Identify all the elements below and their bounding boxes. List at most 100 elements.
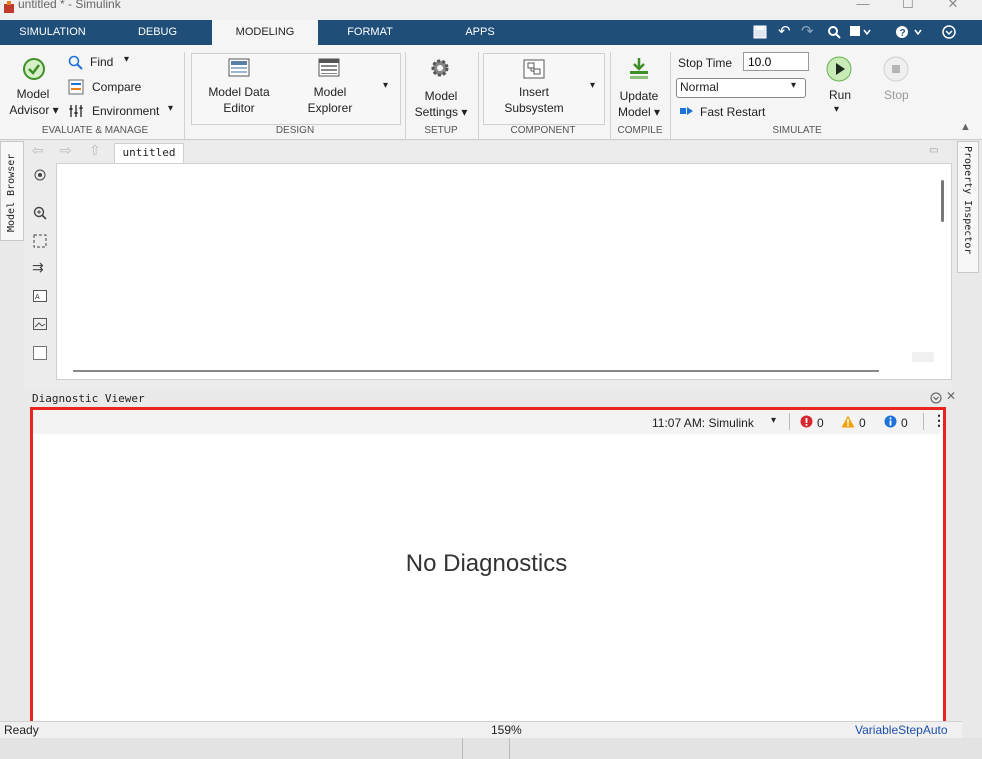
compare-button[interactable]: Compare [92, 80, 141, 94]
community-icon[interactable] [849, 25, 871, 39]
model-advisor-icon[interactable] [22, 57, 46, 81]
help-icon[interactable]: ? [895, 25, 925, 39]
component-gallery-expand-icon[interactable]: ▾ [590, 80, 595, 91]
model-settings-gear-icon [431, 59, 449, 77]
collapse-ribbon-icon[interactable] [942, 25, 956, 39]
status-text: Ready [4, 723, 39, 737]
model-explorer-label-1: Model [313, 85, 347, 99]
solver-link[interactable]: VariableStepAuto [855, 723, 948, 737]
more-options-icon[interactable]: ⋮ [932, 412, 946, 429]
divider [923, 413, 924, 430]
model-explorer-button[interactable]: Model Explorer [293, 84, 367, 116]
update-model-label-2: Model ▾ [617, 105, 661, 119]
tab-simulation[interactable]: SIMULATION [10, 20, 95, 45]
fast-restart-button[interactable]: Fast Restart [700, 105, 765, 119]
undo-icon[interactable]: ↶ [778, 22, 791, 40]
canvas-corner-widget [912, 352, 934, 362]
panel-options-icon[interactable] [930, 392, 942, 404]
error-icon[interactable] [800, 415, 813, 428]
error-count: 0 [817, 416, 824, 430]
environment-dropdown-icon[interactable]: ▾ [168, 103, 173, 114]
insert-subsystem-button[interactable]: Insert Subsystem [498, 84, 570, 116]
back-arrow-icon[interactable]: ⇦ [32, 142, 44, 159]
horizontal-scrollbar[interactable] [73, 370, 879, 372]
model-advisor-button[interactable]: Model [8, 86, 58, 102]
model-browser-side-tab[interactable]: Model Browser [0, 141, 24, 241]
tab-format[interactable]: FORMAT [330, 20, 410, 45]
insert-subsystem-label-1: Insert [518, 85, 549, 99]
warning-icon[interactable] [841, 415, 855, 428]
model-canvas[interactable] [56, 163, 952, 380]
model-data-editor-button[interactable]: Model Data Editor [199, 84, 279, 116]
update-model-button[interactable]: Update Model ▾ [612, 88, 666, 120]
svg-text:?: ? [900, 28, 906, 39]
find-button[interactable]: Find [90, 55, 113, 69]
group-label-compile: COMPILE [617, 125, 663, 136]
diagnostic-session-select[interactable]: 11:07 AM: Simulink [652, 416, 754, 430]
close-panel-icon[interactable]: ✕ [946, 389, 956, 403]
divider [789, 413, 790, 430]
simulation-mode-select[interactable]: Normal ▾ [676, 78, 806, 98]
diagnostic-toolbar: 11:07 AM: Simulink ▾ 0 0 0 ⋮ [33, 410, 946, 434]
design-gallery-expand-icon[interactable]: ▾ [383, 80, 388, 91]
minimize-button[interactable]: — [848, 0, 878, 16]
run-dropdown-icon[interactable]: ▾ [834, 104, 839, 115]
arrange-signals-icon[interactable]: ⇉ [32, 259, 44, 276]
tab-modeling[interactable]: MODELING [212, 20, 318, 45]
fit-to-view-icon[interactable] [33, 234, 47, 248]
area-icon[interactable] [33, 346, 47, 360]
background-window-edge [462, 738, 510, 759]
zoom-in-icon[interactable] [33, 206, 47, 220]
vertical-scrollbar[interactable] [941, 180, 944, 222]
status-bar: Ready 159% VariableStepAuto [0, 721, 962, 739]
no-diagnostics-message: No Diagnostics [405, 550, 568, 577]
save-icon[interactable] [753, 25, 767, 39]
model-settings-label-2: Settings ▾ [414, 105, 468, 119]
stop-icon [883, 56, 909, 82]
environment-button[interactable]: Environment [92, 104, 159, 118]
desktop-background [0, 738, 982, 759]
group-label-simulate: SIMULATE [772, 125, 822, 136]
model-settings-label-1: Model [424, 89, 458, 103]
warning-count: 0 [859, 416, 866, 430]
model-advisor-label-2[interactable]: Advisor ▾ [6, 102, 62, 118]
tab-apps[interactable]: APPS [440, 20, 520, 45]
fast-restart-icon [680, 107, 693, 115]
simulation-mode-value: Normal [680, 80, 719, 94]
insert-subsystem-icon [523, 59, 545, 79]
image-icon[interactable] [33, 318, 47, 330]
hide-explorer-bar-icon[interactable]: ▭ [929, 145, 938, 156]
close-button[interactable]: ✕ [938, 0, 968, 16]
model-browser-label: Model Browser [6, 153, 17, 232]
search-icon[interactable] [827, 25, 841, 39]
model-data-editor-label-2: Editor [223, 101, 255, 115]
annotation-icon[interactable]: A [33, 290, 47, 302]
environment-icon [69, 105, 83, 117]
window-title: untitled * - Simulink [18, 0, 121, 11]
forward-arrow-icon[interactable]: ⇨ [60, 142, 72, 159]
find-dropdown-icon[interactable]: ▾ [124, 54, 129, 65]
svg-text:A: A [35, 294, 40, 301]
tab-debug[interactable]: DEBUG [120, 20, 195, 45]
model-tab-untitled[interactable]: untitled [114, 143, 184, 163]
diagnostic-viewer-title: Diagnostic Viewer [32, 392, 145, 405]
group-separator [670, 52, 671, 139]
zoom-level: 159% [491, 723, 522, 737]
up-arrow-icon[interactable]: ⇧ [89, 142, 101, 159]
redo-icon[interactable]: ↷ [801, 22, 814, 40]
info-icon[interactable] [884, 415, 897, 428]
hide-show-browser-icon[interactable] [33, 168, 47, 182]
group-separator [478, 52, 479, 139]
editor-palette: ⇉ A [26, 163, 54, 385]
model-settings-button[interactable]: Model Settings ▾ [408, 88, 474, 120]
maximize-button[interactable]: ☐ [893, 0, 923, 16]
group-label-setup: SETUP [424, 125, 458, 136]
property-inspector-side-tab[interactable]: Property Inspector [957, 141, 979, 273]
stop-button[interactable]: Stop [884, 88, 909, 102]
stop-time-input[interactable] [743, 52, 809, 71]
model-data-editor-label-1: Model Data [208, 85, 270, 99]
collapse-toolstrip-icon[interactable]: ▲ [960, 121, 971, 133]
chevron-down-icon[interactable]: ▾ [771, 415, 776, 426]
run-button[interactable]: Run [829, 88, 851, 102]
group-label-evaluate: EVALUATE & MANAGE [41, 125, 149, 136]
